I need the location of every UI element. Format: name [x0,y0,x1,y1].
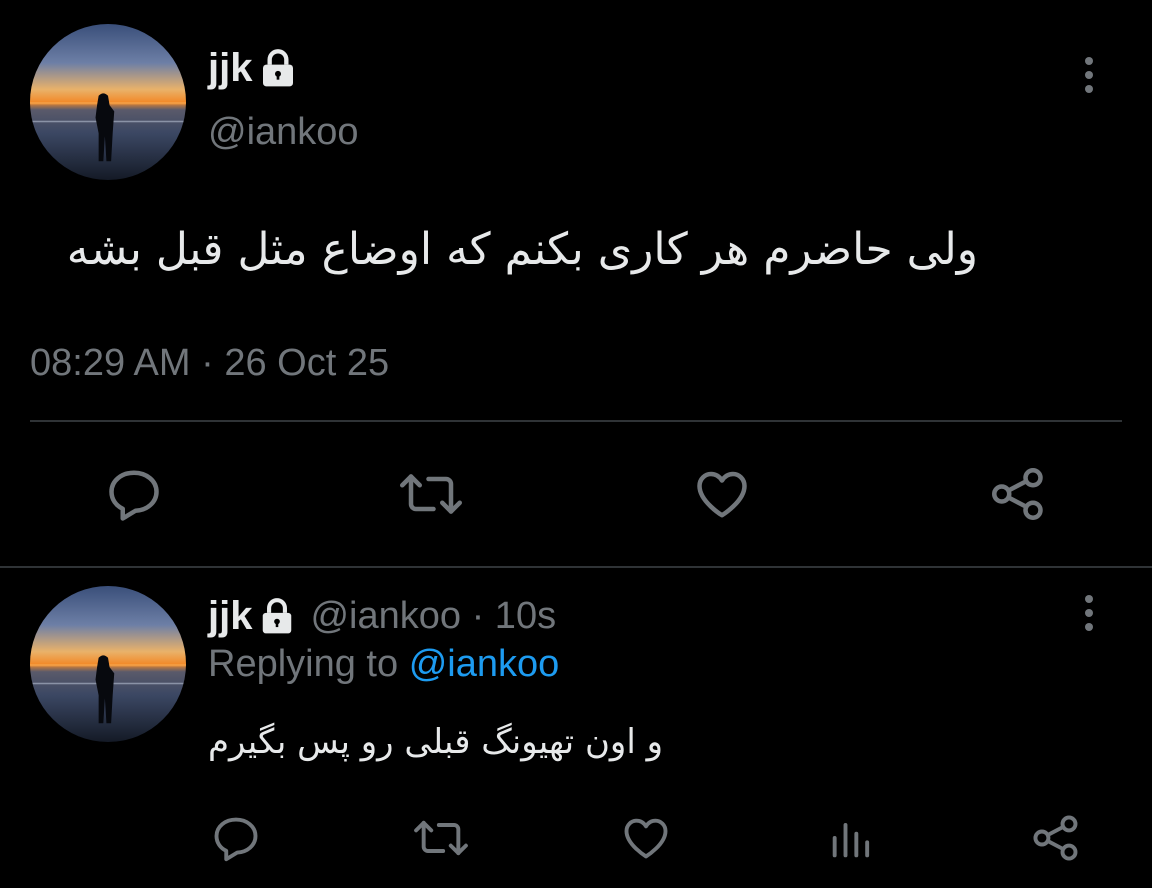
display-name[interactable]: jjk [208,592,252,640]
avatar[interactable] [30,586,186,742]
tweet-text: و اون تهیونگ قبلی رو پس بگیرم [208,722,664,762]
divider [0,566,1152,568]
retweet-icon[interactable] [412,812,470,864]
divider [30,420,1122,422]
tweet-thread: jjk @iankoo ولی حاضرم هر کاری بکنم که او… [0,0,1152,888]
replying-to: Replying to @iankoo [208,640,559,688]
tweet-text: ولی حاضرم هر کاری بکنم که اوضاع مثل قبل … [66,224,978,275]
display-name-text[interactable]: jjk [208,44,252,92]
replying-to-label: Replying to [208,643,399,685]
handle-and-time[interactable]: @iankoo · 10s [310,592,556,640]
replying-to-handle-link[interactable]: @iankoo [409,643,560,685]
lock-icon [258,597,296,635]
reply-icon[interactable] [104,464,164,524]
lock-icon [258,48,298,88]
analytics-icon[interactable] [826,812,878,864]
more-options-icon[interactable] [1074,56,1104,101]
display-name[interactable]: jjk [208,44,298,92]
avatar[interactable] [30,24,186,180]
retweet-icon[interactable] [398,464,464,524]
tweet-timestamp[interactable]: 08:29 AM · 26 Oct 25 [30,338,389,388]
reply-header: jjk @iankoo · 10s [208,592,556,640]
share-icon[interactable] [988,464,1048,524]
reply-icon[interactable] [210,812,262,864]
like-icon[interactable] [692,464,752,524]
handle[interactable]: @iankoo [208,108,359,156]
share-icon[interactable] [1030,812,1082,864]
like-icon[interactable] [620,812,672,864]
more-options-icon[interactable] [1074,594,1104,639]
